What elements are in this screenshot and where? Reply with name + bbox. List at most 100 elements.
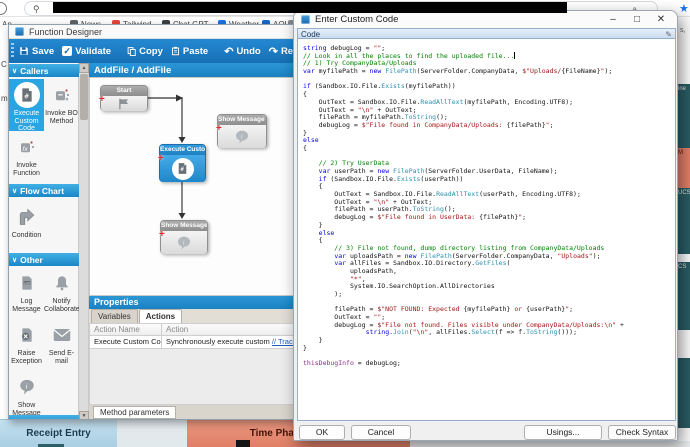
toolbox-item-raise-exception[interactable]: Raise Exception (9, 319, 44, 371)
toolbox-item-execute-custom-code[interactable]: # Execute Custom Code (9, 79, 44, 131)
add-connector-icon[interactable]: + (159, 229, 165, 240)
invoke-function-label: Invoke Function (13, 162, 40, 177)
section-flow-chart-label: Flow Chart (20, 186, 64, 196)
toolbox-item-invoke-bo-method[interactable]: Invoke BO Method (44, 79, 79, 131)
code-group-label: Code (301, 30, 320, 39)
scrollbar-up-button[interactable]: ▲ (79, 63, 89, 73)
check-syntax-button[interactable]: Check Syntax (608, 425, 676, 440)
tile-gap (117, 419, 187, 447)
side-button-fragment-2[interactable]: M (678, 148, 690, 188)
dialog-titlebar[interactable]: Enter Custom Code – □ ✕ (294, 11, 677, 28)
svg-text:LOG: LOG (24, 281, 31, 285)
maximize-button[interactable]: □ (625, 11, 649, 28)
node-start-label: Start (101, 86, 147, 96)
toolbox-item-notify-collaborate[interactable]: Notify Collaborate (44, 267, 79, 319)
dialog-usings-button[interactable]: Usings... (524, 425, 602, 440)
execute-custom-code-icon: # (14, 82, 40, 108)
bookmark-star-icon[interactable]: ★ (679, 2, 689, 15)
properties-title: Properties (94, 297, 139, 307)
add-connector-icon[interactable]: + (158, 153, 164, 164)
toolbar-grip-handle[interactable] (11, 43, 14, 59)
toolbox-item-log-message[interactable]: LOG Log Message (9, 267, 44, 319)
copy-button[interactable]: Copy (127, 46, 163, 57)
action-row-name: Execute Custom Code 0 (90, 336, 162, 348)
toolbox-item-invoke-function[interactable]: fx Invoke Function (9, 131, 44, 181)
tile-receipt-entry-label: Receipt Entry (26, 428, 90, 439)
paste-button[interactable]: Paste (171, 46, 208, 57)
side-button-fragment-3[interactable]: UCS (678, 188, 690, 254)
message-bubble-icon: i (175, 235, 193, 251)
execute-custom-code-label: Execute Custom Code (14, 110, 39, 132)
section-header-other[interactable]: ∨Other (9, 253, 79, 266)
function-designer-toolbar: Save ✓ Validate Copy Paste ↶ Undo ↷ Redo (9, 39, 299, 63)
reload-icon[interactable] (0, 2, 7, 15)
scrollbar-thumb[interactable] (80, 74, 88, 120)
side-button-fragment-4[interactable]: CS (678, 262, 690, 330)
toolbox-scrollbar[interactable]: ▲ ▼ (79, 63, 89, 420)
side-button-fragment-5[interactable] (678, 358, 690, 428)
section-setters-label: Setters (20, 417, 49, 421)
side-button-fragment-3-label: UCS (678, 190, 690, 196)
redacted-url (53, 2, 567, 13)
side-button-fragment-1[interactable]: ine (678, 84, 690, 148)
paste-label: Paste (183, 46, 208, 57)
tab-method-parameters[interactable]: Method parameters (93, 406, 176, 419)
node-show-message-1-label: Show Message 1 (218, 115, 266, 125)
invoke-bo-method-label: Invoke BO Method (45, 110, 78, 125)
node-start[interactable]: Start + (100, 85, 148, 111)
execute-node-icon: # (172, 158, 194, 180)
canvas-header: AddFile / AddFile (89, 63, 300, 77)
log-message-label: Log Message (12, 298, 40, 313)
node-show-message-1[interactable]: Show Message 1 i + (217, 114, 267, 148)
cancel-button[interactable]: Cancel (351, 425, 411, 440)
toolbox-item-condition[interactable]: Condition (9, 201, 44, 251)
page-text-fragment-right: s, (680, 27, 685, 34)
column-action-name[interactable]: Action Name (90, 324, 162, 335)
toolbox-item-show-message[interactable]: i Show Message (9, 371, 44, 419)
code-editor[interactable]: string debugLog = "";// Look in all the … (297, 39, 676, 421)
show-message-bubble-icon: i (14, 374, 40, 400)
validate-label: Validate (75, 46, 111, 57)
node-execute-custom-code[interactable]: Execute Custom C # + (159, 144, 206, 182)
svg-text:#: # (180, 166, 184, 173)
save-button[interactable]: Save (19, 46, 54, 57)
save-icon (19, 46, 29, 56)
section-header-callers[interactable]: ∨Callers (9, 64, 79, 77)
add-connector-icon[interactable]: + (216, 123, 222, 134)
flowchart-canvas[interactable]: Start + Execute Custom C # + Show Messag… (89, 77, 300, 296)
function-designer-window: Function Designer Save ✓ Validate Copy P… (8, 24, 300, 420)
node-show-message-0[interactable]: Show Message 0 i + (160, 220, 208, 254)
flag-icon (117, 98, 131, 110)
notify-collaborate-bell-icon (49, 270, 75, 296)
minimize-button[interactable]: – (601, 11, 625, 28)
action-row-action-text: Synchronously execute custom (166, 337, 272, 346)
section-header-flow-chart[interactable]: ∨Flow Chart (9, 184, 79, 197)
action-row-action: Synchronously execute custom // Track re (162, 336, 300, 348)
svg-text:i: i (183, 239, 185, 246)
column-action[interactable]: Action (162, 324, 300, 335)
tab-actions[interactable]: Actions (139, 309, 182, 323)
svg-text:i: i (241, 133, 243, 140)
action-row[interactable]: Execute Custom Code 0 Synchronously exec… (89, 336, 300, 349)
code-text: string debugLog = "";// Look in all the … (303, 44, 624, 367)
lock-icon: ⚲ (33, 4, 40, 15)
save-label: Save (32, 46, 54, 57)
ok-button[interactable]: OK (299, 425, 345, 440)
section-header-setters[interactable]: ∨Setters (9, 415, 79, 420)
validate-button[interactable]: ✓ Validate (62, 46, 111, 57)
scrollbar-down-button[interactable]: ▼ (79, 411, 89, 420)
canvas-title: AddFile / AddFile (94, 65, 171, 76)
condition-label: Condition (12, 232, 42, 239)
undo-button[interactable]: ↶ Undo (224, 45, 261, 58)
function-designer-app-icon (15, 27, 24, 36)
side-button-fragment-2-label: M (678, 150, 683, 156)
close-button[interactable]: ✕ (649, 11, 673, 28)
node-execute-label: Execute Custom C (160, 145, 205, 155)
log-message-icon: LOG (14, 270, 40, 296)
function-designer-titlebar[interactable]: Function Designer (9, 25, 299, 39)
tab-variables[interactable]: Variables (91, 309, 138, 323)
tile-receipt-entry[interactable]: Receipt Entry (0, 419, 117, 447)
add-connector-icon[interactable]: + (99, 94, 105, 105)
copy-label: Copy (139, 46, 163, 57)
toolbox-item-send-email[interactable]: Send E-mail (44, 319, 79, 371)
